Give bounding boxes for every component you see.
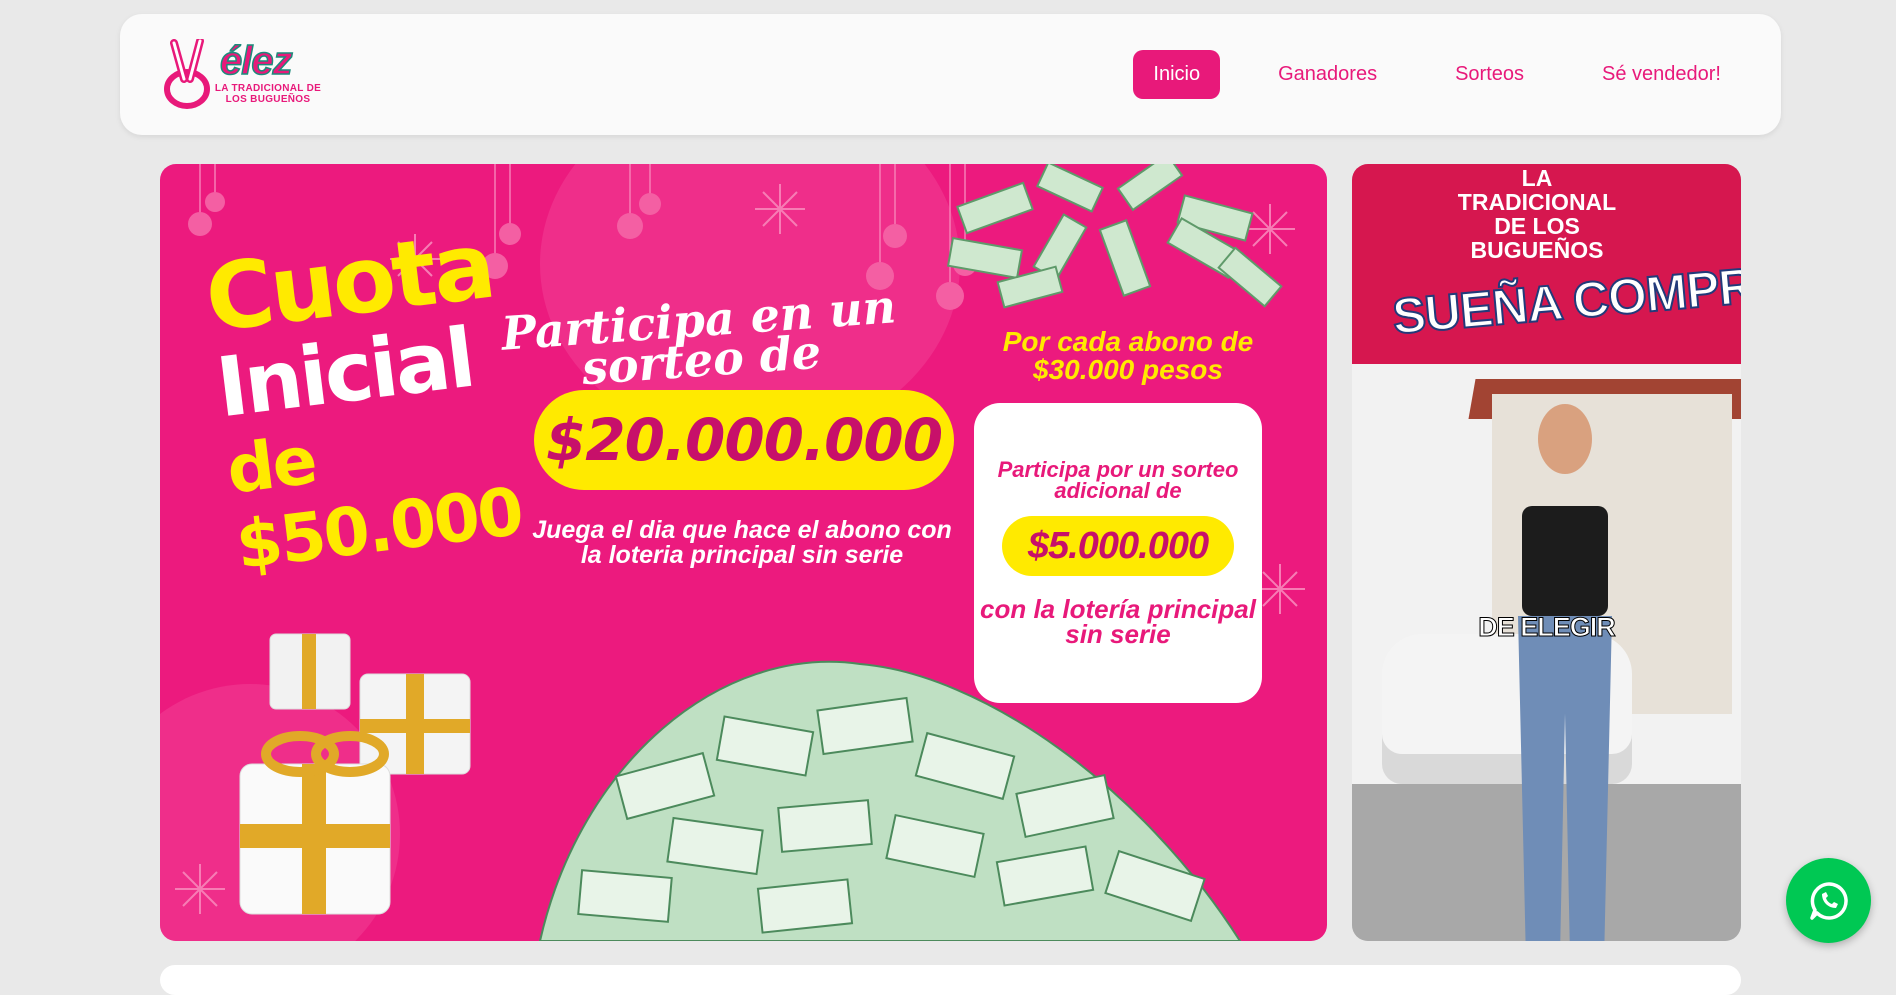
nav-sorteos[interactable]: Sorteos bbox=[1435, 50, 1544, 99]
presenter-top bbox=[1522, 506, 1608, 616]
main-prize-amount: $20.000.000 bbox=[545, 406, 943, 474]
store-headline: SUEÑA COMPR bbox=[1389, 256, 1741, 345]
juega-text: Juega el dia que hace el abono con la lo… bbox=[532, 516, 952, 569]
whatsapp-button[interactable] bbox=[1786, 858, 1871, 943]
card-line-2: con la lotería principal sin serie bbox=[980, 594, 1256, 649]
extra-prize-amount: $5.000.000 bbox=[1027, 524, 1209, 567]
store-sign: LA TRADICIONAL DE LOS BUGUEÑOS SUEÑA COM… bbox=[1352, 164, 1741, 364]
site-header: élez LA TRADICIONAL DE LOS BUGUEÑOS Inic… bbox=[120, 14, 1781, 135]
nav-se-vendedor[interactable]: Sé vendedor! bbox=[1582, 50, 1741, 99]
logo-brand: élez bbox=[219, 38, 293, 84]
cuota-inicial-text: Cuota Inicial de $50.000 bbox=[200, 212, 559, 584]
video-caption: DE ELEGIR bbox=[1478, 612, 1617, 643]
promo-banner[interactable]: Cuota Inicial de $50.000 Participa en un… bbox=[160, 164, 1327, 941]
por-cada-text: Por cada abono de $30.000 pesos bbox=[1002, 326, 1254, 385]
extra-prize-pill: $5.000.000 bbox=[1002, 516, 1234, 576]
extra-prize-card: Participa por un sorteo adicional de $5.… bbox=[974, 403, 1262, 703]
main-nav: Inicio Ganadores Sorteos Sé vendedor! bbox=[1133, 50, 1741, 99]
store-brand: LA TRADICIONAL DE LOS BUGUEÑOS bbox=[1457, 165, 1617, 263]
next-section bbox=[160, 965, 1741, 995]
main-prize-pill: $20.000.000 bbox=[534, 390, 954, 490]
nav-inicio[interactable]: Inicio bbox=[1133, 50, 1221, 99]
presenter-head bbox=[1538, 404, 1592, 474]
presenter bbox=[1510, 396, 1620, 941]
logo-tagline: LA TRADICIONAL DE LOS BUGUEÑOS bbox=[214, 83, 322, 105]
presenter-jeans bbox=[1518, 616, 1612, 941]
nav-ganadores[interactable]: Ganadores bbox=[1258, 50, 1397, 99]
promo-video[interactable]: LA TRADICIONAL DE LOS BUGUEÑOS SUEÑA COM… bbox=[1352, 164, 1741, 941]
logo[interactable]: élez LA TRADICIONAL DE LOS BUGUEÑOS bbox=[160, 38, 321, 119]
whatsapp-icon bbox=[1809, 881, 1848, 920]
card-line-1: Participa por un sorteo adicional de bbox=[997, 457, 1239, 503]
